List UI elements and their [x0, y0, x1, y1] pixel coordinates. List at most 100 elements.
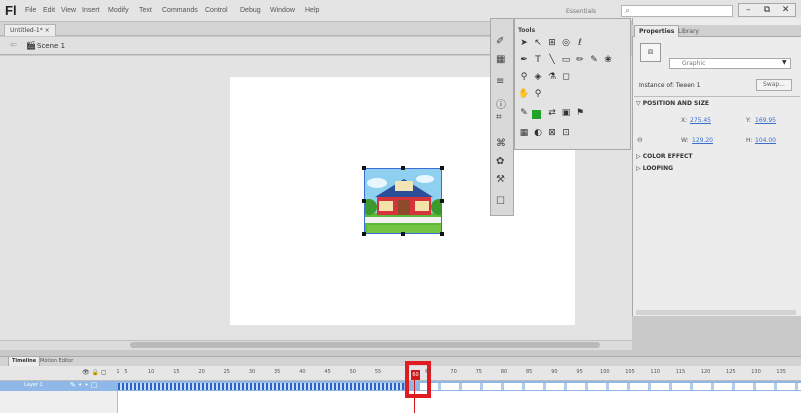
swatches-icon[interactable]: ▦ [496, 54, 505, 65]
ruler-tick-label: 40 [299, 369, 306, 375]
x-label: X: [681, 117, 688, 124]
zoom-tool-icon[interactable]: ⚲ [532, 89, 544, 99]
transform-handle[interactable] [362, 199, 366, 203]
eraser-tool-icon[interactable]: ◻ [560, 72, 572, 82]
layer-name[interactable]: Layer 1 [24, 382, 43, 388]
layer-controls[interactable]: ✎ • • ▢ [70, 381, 97, 389]
menu-help[interactable]: Help [305, 7, 319, 14]
paint-icon[interactable]: ✐ [496, 36, 504, 47]
bone-tool-icon[interactable]: ⚲ [518, 72, 530, 82]
subselection-tool-icon[interactable]: ↖ [532, 38, 544, 48]
hand-tool-icon[interactable]: ✋ [518, 89, 530, 99]
x-value[interactable]: 275.45 [690, 117, 711, 124]
paint-bucket-tool-icon[interactable]: ◈ [532, 72, 544, 82]
components-icon[interactable]: ⌘ [496, 138, 506, 149]
text-tool-icon[interactable]: T [532, 55, 544, 65]
menu-insert[interactable]: Insert [82, 7, 100, 14]
info-icon[interactable]: ⓘ [496, 96, 506, 111]
brush-tool-icon[interactable]: ✎ [588, 55, 600, 65]
properties-scrollbar[interactable] [636, 310, 796, 315]
deco-tool-icon[interactable]: ❀ [602, 55, 614, 65]
stroke-color-icon[interactable]: ✎ [518, 108, 530, 118]
swap-colors-icon[interactable]: ⇄ [546, 108, 558, 118]
section-title: LOOPING [642, 165, 674, 172]
tab-motion-editor[interactable]: Motion Editor [40, 357, 73, 366]
snap-icon[interactable]: ⚑ [574, 108, 586, 118]
option-icon-2[interactable]: ◐ [532, 128, 544, 138]
ruler-tick-label: 35 [274, 369, 281, 375]
library-icon[interactable]: ☐ [496, 196, 505, 207]
menu-commands[interactable]: Commands [162, 7, 198, 14]
transform-handle[interactable] [401, 166, 405, 170]
menu-control[interactable]: Control [205, 7, 228, 14]
workspace-switcher[interactable]: Essentials [566, 8, 596, 15]
h-label: H: [746, 137, 753, 144]
transform-handle[interactable] [440, 232, 444, 236]
tab-library[interactable]: Library [678, 26, 699, 37]
menu-text[interactable]: Text [139, 7, 152, 14]
minimize-button[interactable]: – [739, 4, 758, 16]
close-button[interactable]: ✕ [776, 4, 795, 16]
code-snippets-icon[interactable]: ⚒ [496, 174, 505, 185]
transform-handle[interactable] [440, 199, 444, 203]
object-drawing-icon[interactable]: ▣ [560, 108, 572, 118]
transform-handle[interactable] [440, 166, 444, 170]
transform-handle[interactable] [362, 232, 366, 236]
layer-column-icons[interactable]: 👁 🔒 ▢ [82, 369, 107, 376]
scrollbar-thumb[interactable] [130, 342, 600, 348]
house-graphic-symbol[interactable] [364, 168, 442, 234]
ruler-tick-label: 55 [374, 369, 382, 375]
free-transform-tool-icon[interactable]: ⊞ [546, 38, 558, 48]
fill-color-swatch[interactable] [532, 110, 541, 119]
menu-modify[interactable]: Modify [108, 7, 129, 14]
pen-tool-icon[interactable]: ✒ [518, 55, 530, 65]
selection-tool-icon[interactable]: ➤ [518, 38, 530, 48]
3d-rotation-tool-icon[interactable]: ◎ [560, 38, 572, 48]
maximize-button[interactable]: ⧉ [758, 4, 777, 16]
menu-edit[interactable]: Edit [43, 7, 55, 14]
motion-presets-icon[interactable]: ✿ [496, 156, 504, 167]
lasso-tool-icon[interactable]: ℓ [574, 38, 586, 48]
chevron-down-icon[interactable]: ▼ [782, 59, 787, 66]
rectangle-tool-icon[interactable]: ▭ [560, 55, 572, 65]
help-search-input[interactable] [621, 5, 733, 17]
transform-handle[interactable] [401, 232, 405, 236]
scene-label[interactable]: Scene 1 [37, 42, 65, 50]
lock-proportions-icon[interactable]: ⊖ [637, 136, 643, 144]
transform-handle[interactable] [362, 166, 366, 170]
w-value[interactable]: 129.20 [692, 137, 713, 144]
line-tool-icon[interactable]: ╲ [546, 55, 558, 65]
option-icon-3[interactable]: ⊠ [546, 128, 558, 138]
menu-debug[interactable]: Debug [240, 7, 261, 14]
option-icon-1[interactable]: ▦ [518, 128, 530, 138]
option-icon-4[interactable]: ⊡ [560, 128, 572, 138]
align-icon[interactable]: ≡ [496, 76, 504, 87]
swap-button[interactable]: Swap... [756, 79, 792, 91]
menu-window[interactable]: Window [270, 7, 295, 14]
back-arrow-icon[interactable]: ⇦ [10, 40, 17, 49]
empty-frames[interactable] [420, 383, 801, 390]
tab-properties[interactable]: Properties [634, 25, 680, 37]
pencil-tool-icon[interactable]: ✏ [574, 55, 586, 65]
ruler-tick-label: 120 [700, 369, 711, 375]
graphic-symbol-icon: ⧈ [640, 43, 661, 62]
section-position-and-size[interactable]: ▽ POSITION AND SIZE [636, 100, 709, 107]
menu-view[interactable]: View [61, 7, 76, 14]
menu-file[interactable]: File [25, 7, 36, 14]
ruler-tick-label: 95 [576, 369, 583, 375]
document-tab[interactable]: Untitled-1* × [4, 24, 56, 36]
section-color-effect[interactable]: ▷ COLOR EFFECT [636, 153, 693, 160]
transform-icon[interactable]: ⌗ [496, 112, 502, 123]
eyedropper-tool-icon[interactable]: ⚗ [546, 72, 558, 82]
section-looping[interactable]: ▷ LOOPING [636, 165, 673, 172]
ruler-tick-label: 45 [324, 369, 331, 375]
tab-timeline[interactable]: Timeline [8, 356, 41, 366]
ruler-tick-label: 10 [148, 369, 155, 375]
symbol-behavior-select[interactable]: Graphic [669, 58, 791, 69]
h-value[interactable]: 104.00 [755, 137, 776, 144]
y-value[interactable]: 169.95 [755, 117, 776, 124]
collapsed-panels-strip [490, 18, 514, 216]
frame-highlight-box [405, 361, 431, 398]
tween-frames[interactable] [118, 383, 404, 390]
ruler-tick-label: 90 [551, 369, 558, 375]
